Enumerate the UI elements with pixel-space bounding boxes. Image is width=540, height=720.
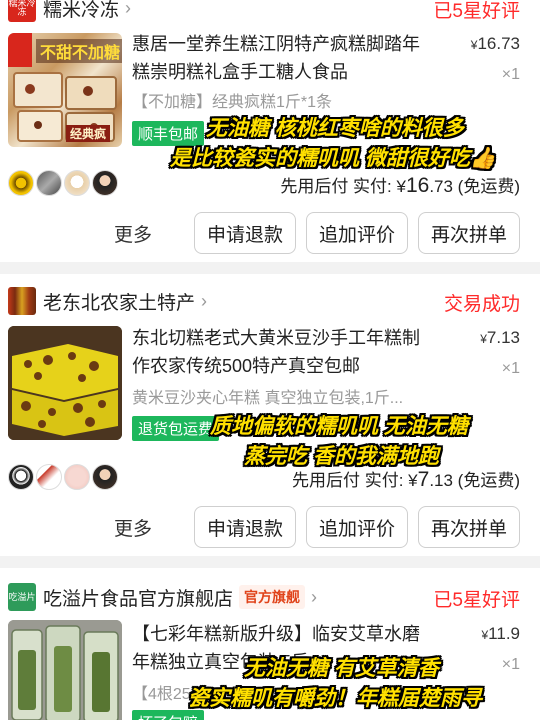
shop-header[interactable]: 吃溢片 吃溢片食品官方旗舰店 官方旗舰 › bbox=[8, 582, 317, 612]
avatar bbox=[64, 464, 90, 490]
product-spec: 【不加糖】经典疯糕1斤*1条 bbox=[132, 94, 333, 111]
order-card-2: 老东北农家土特产 › 交易成功 东北切糕老式大黄米豆沙手工年糕制作农家传统500… bbox=[0, 274, 540, 556]
flagship-badge: 官方旗舰 bbox=[239, 585, 306, 609]
product-thumbnail[interactable] bbox=[8, 326, 122, 440]
order-actions: 更多 申请退款 追加评价 再次拼单 bbox=[114, 506, 520, 548]
avatar bbox=[36, 464, 62, 490]
order-card-3: 吃溢片 吃溢片食品官方旗舰店 官方旗舰 › 已5星好评 【七彩年糕新版升级】临安… bbox=[0, 568, 540, 720]
paid-prefix: 先用后付 实付: ¥ bbox=[292, 471, 418, 490]
avatar bbox=[8, 464, 34, 490]
shop-header[interactable]: 糯米冷冻 糯米冷冻 › bbox=[8, 0, 131, 23]
more-button[interactable]: 更多 bbox=[114, 220, 152, 247]
shop-name[interactable]: 吃溢片食品官方旗舰店 bbox=[43, 584, 233, 611]
product-thumbnail[interactable]: 不甜不加糖 经典疯 bbox=[8, 33, 122, 147]
avatar bbox=[8, 170, 34, 196]
shop-logo: 糯米冷冻 bbox=[8, 0, 36, 22]
request-refund-button[interactable]: 申请退款 bbox=[194, 212, 296, 254]
thumbnail-stamp: 经典疯 bbox=[66, 125, 111, 142]
shop-logo bbox=[8, 287, 36, 315]
product-title[interactable]: 惠居一堂养生糕江阴特产疯糕脚踏年糕崇明糕礼盒手工糖人食品 bbox=[132, 30, 432, 86]
chevron-right-icon: › bbox=[201, 290, 208, 311]
unit-price-decimal: .73 bbox=[496, 34, 520, 53]
amount-paid: 先用后付 实付: ¥7.13 (免运费) bbox=[292, 466, 520, 492]
avatar bbox=[36, 170, 62, 196]
product-spec: 黄米豆沙夹心年糕 真空独立包装,1斤... bbox=[132, 390, 404, 407]
thumbnail-caption: 不甜不加糖 bbox=[36, 39, 122, 63]
unit-price: ¥11.9 bbox=[481, 624, 520, 643]
unit-price-decimal: .9 bbox=[505, 624, 520, 643]
paid-suffix: (免运费) bbox=[452, 471, 520, 490]
unit-price-main: 16 bbox=[477, 34, 497, 53]
paid-suffix: (免运费) bbox=[452, 177, 520, 196]
request-refund-button[interactable]: 申请退款 bbox=[194, 506, 296, 548]
chevron-right-icon: › bbox=[311, 586, 318, 607]
avatar bbox=[64, 170, 90, 196]
mugwort-rice-cake-image bbox=[8, 620, 122, 720]
add-review-button[interactable]: 追加评价 bbox=[306, 212, 408, 254]
paid-decimal: .13 bbox=[429, 471, 453, 490]
paid-main: 7 bbox=[417, 468, 430, 491]
product-title[interactable]: 东北切糕老式大黄米豆沙手工年糕制作农家传统500特产真空包邮 bbox=[132, 324, 432, 380]
order-status: 已5星好评 bbox=[433, 1, 520, 22]
product-thumbnail[interactable] bbox=[8, 620, 122, 720]
shop-header[interactable]: 老东北农家土特产 › bbox=[8, 286, 207, 316]
quantity: ×1 bbox=[501, 360, 520, 377]
order-status: 已5星好评 bbox=[433, 590, 520, 611]
chevron-right-icon: › bbox=[125, 0, 132, 18]
review-overlay-line-1: 无油糖 核桃红枣啥的料很多 bbox=[206, 117, 464, 140]
shop-name[interactable]: 糯米冷冻 bbox=[43, 0, 119, 22]
avatar bbox=[92, 170, 118, 196]
more-button[interactable]: 更多 bbox=[114, 514, 152, 541]
unit-price-main: 7 bbox=[486, 328, 497, 347]
quantity: ×1 bbox=[501, 66, 520, 83]
review-overlay-line-1: 质地偏软的糯叽叽 无油无糖 bbox=[210, 415, 468, 438]
shop-logo: 吃溢片 bbox=[8, 583, 36, 611]
review-overlay-line-2: 瓷实糯叽有嚼劲！年糕届楚雨寻 bbox=[188, 687, 482, 710]
group-buy-avatars bbox=[8, 170, 120, 196]
group-buy-avatars bbox=[8, 464, 120, 490]
order-actions: 更多 申请退款 追加评价 再次拼单 bbox=[114, 212, 520, 254]
order-card-1: 糯米冷冻 糯米冷冻 › 已5星好评 不甜不加糖 经典疯 惠居一堂养生糕江阴特产疯… bbox=[0, 0, 540, 262]
review-overlay-line-2: 是比较瓷实的糯叽叽 微甜很好吃👍 bbox=[170, 147, 496, 170]
unit-price-decimal: .13 bbox=[496, 328, 520, 347]
shop-name[interactable]: 老东北农家土特产 bbox=[43, 288, 195, 315]
unit-price: ¥16.73 bbox=[470, 34, 520, 53]
unit-price-main: 11 bbox=[488, 624, 506, 643]
rebuy-button[interactable]: 再次拼单 bbox=[418, 212, 520, 254]
paid-prefix: 先用后付 实付: ¥ bbox=[280, 177, 406, 196]
avatar bbox=[92, 464, 118, 490]
add-review-button[interactable]: 追加评价 bbox=[306, 506, 408, 548]
paid-decimal: .73 bbox=[429, 177, 453, 196]
review-overlay-line-1: 无油无糖 有艾草清香 bbox=[244, 657, 439, 680]
rebuy-button[interactable]: 再次拼单 bbox=[418, 506, 520, 548]
amount-paid: 先用后付 实付: ¥16.73 (免运费) bbox=[280, 172, 520, 198]
shipping-tag: 退货包运费 bbox=[132, 416, 220, 441]
paid-main: 16 bbox=[405, 174, 430, 197]
yellow-rice-cake-image bbox=[8, 326, 122, 440]
quantity: ×1 bbox=[501, 656, 520, 673]
order-status: 交易成功 bbox=[443, 294, 520, 315]
unit-price: ¥7.13 bbox=[480, 328, 520, 347]
